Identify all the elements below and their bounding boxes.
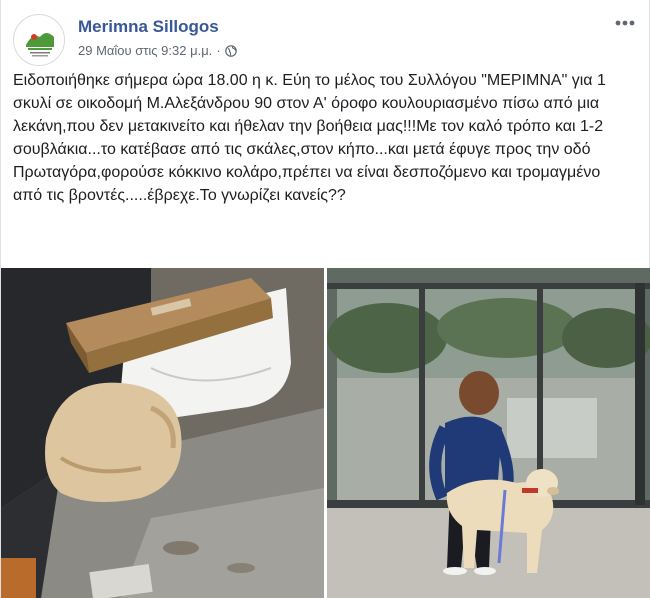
photo-woman-with-dog[interactable]	[327, 268, 650, 598]
post-text: Ειδοποιήθηκε σήμερα ώρα 18.00 η κ. Εύη τ…	[13, 72, 611, 204]
page-avatar[interactable]	[13, 14, 65, 66]
meta-separator: ·	[216, 43, 221, 58]
more-horizontal-icon[interactable]	[613, 16, 637, 30]
post-timestamp[interactable]: 29 Μαΐου στις 9:32 μ.μ.	[78, 43, 212, 58]
post-header: Merimna Sillogos 29 Μαΐου στις 9:32 μ.μ.…	[13, 12, 639, 68]
facebook-post: Merimna Sillogos 29 Μαΐου στις 9:32 μ.μ.…	[0, 0, 650, 598]
page-logo	[15, 16, 64, 65]
globe-icon[interactable]	[224, 44, 237, 57]
post-meta: 29 Μαΐου στις 9:32 μ.μ. ·	[78, 43, 237, 58]
photo-dog-behind-toilet[interactable]	[1, 268, 324, 598]
photo-grid	[1, 268, 650, 598]
page-name-link[interactable]: Merimna Sillogos	[78, 17, 219, 37]
